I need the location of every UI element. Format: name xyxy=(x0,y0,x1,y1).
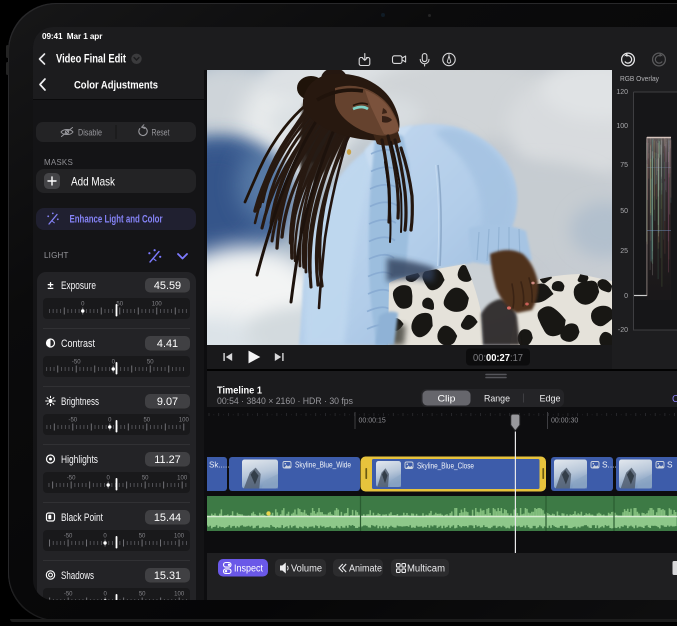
svg-text:15.44: 15.44 xyxy=(154,512,181,524)
svg-text:-20: -20 xyxy=(618,327,628,334)
svg-text:100: 100 xyxy=(174,534,185,540)
svg-text:Brightness: Brightness xyxy=(61,396,99,408)
svg-text:4.41: 4.41 xyxy=(157,338,178,350)
svg-text:Sk......: Sk...... xyxy=(209,461,232,470)
svg-text:0: 0 xyxy=(624,293,628,300)
svg-text:Animate: Animate xyxy=(349,563,382,574)
svg-text:50: 50 xyxy=(116,302,123,308)
svg-text:75: 75 xyxy=(620,162,628,169)
svg-text:Reset: Reset xyxy=(152,127,170,137)
svg-text:-50: -50 xyxy=(64,534,73,540)
svg-text:15.31: 15.31 xyxy=(154,570,181,582)
svg-text:Enhance Light and Color: Enhance Light and Color xyxy=(70,214,164,226)
svg-text:-50: -50 xyxy=(67,476,76,482)
svg-text:100: 100 xyxy=(616,123,628,130)
svg-text:Skyline_Blue_Close: Skyline_Blue_Close xyxy=(417,461,474,471)
svg-text:Multicam: Multicam xyxy=(407,563,445,574)
svg-text:50: 50 xyxy=(620,208,628,215)
svg-text:Timeline 1: Timeline 1 xyxy=(217,386,262,397)
svg-text:50: 50 xyxy=(139,534,146,540)
svg-text:100: 100 xyxy=(152,302,163,308)
svg-text:Shadows: Shadows xyxy=(61,570,94,582)
svg-text:00:00:30: 00:00:30 xyxy=(551,418,578,425)
svg-text:S: S xyxy=(667,460,673,470)
svg-text:Inspect: Inspect xyxy=(234,563,263,574)
svg-text:±: ± xyxy=(47,280,53,292)
svg-text:Disable: Disable xyxy=(78,127,102,137)
svg-text:-50: -50 xyxy=(64,592,73,598)
svg-text:00:00:27:17: 00:00:27:17 xyxy=(473,353,523,364)
svg-text:100: 100 xyxy=(177,476,188,482)
svg-text:25: 25 xyxy=(620,248,628,255)
svg-text:Highlights: Highlights xyxy=(61,454,98,466)
svg-text:50: 50 xyxy=(147,360,154,366)
svg-text:RGB Overlay: RGB Overlay xyxy=(620,74,659,83)
svg-text:Volume: Volume xyxy=(291,563,322,574)
svg-text:-50: -50 xyxy=(68,418,77,424)
svg-text:Contrast: Contrast xyxy=(61,338,96,350)
svg-text:45.59: 45.59 xyxy=(154,280,181,292)
svg-text:50: 50 xyxy=(143,418,150,424)
svg-text:9.07: 9.07 xyxy=(157,396,178,408)
svg-text:Skyline_Blue_Wide: Skyline_Blue_Wide xyxy=(295,460,351,470)
svg-text:Co: Co xyxy=(672,394,677,405)
svg-text:00:54 · 3840 × 2160 · HDR · 30: 00:54 · 3840 × 2160 · HDR · 30 fps xyxy=(217,396,353,406)
svg-text:Exposure: Exposure xyxy=(61,280,96,292)
svg-text:Color Adjustments: Color Adjustments xyxy=(74,80,158,92)
svg-text:100: 100 xyxy=(179,418,190,424)
svg-text:Black Point: Black Point xyxy=(61,512,104,524)
svg-text:100: 100 xyxy=(174,592,185,598)
svg-text:Video Final Edit: Video Final Edit xyxy=(56,53,126,66)
svg-text:-50: -50 xyxy=(72,360,81,366)
svg-text:Add Mask: Add Mask xyxy=(71,174,116,188)
svg-text:50: 50 xyxy=(142,476,149,482)
svg-text:Clip: Clip xyxy=(438,394,456,405)
svg-text:00:00:15: 00:00:15 xyxy=(359,418,386,425)
svg-text:50: 50 xyxy=(139,592,146,598)
svg-text:11.27: 11.27 xyxy=(154,454,180,466)
svg-text:120: 120 xyxy=(616,89,628,96)
svg-text:Edge: Edge xyxy=(540,394,561,405)
svg-text:Range: Range xyxy=(484,394,510,405)
